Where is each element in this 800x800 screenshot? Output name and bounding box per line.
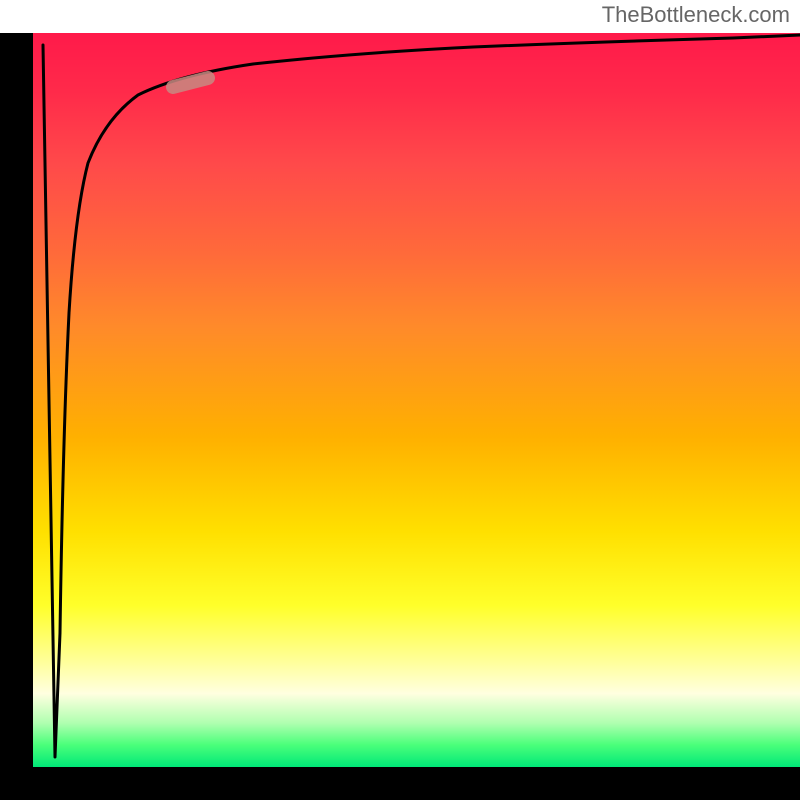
bottleneck-curve xyxy=(43,35,800,757)
chart-container: TheBottleneck.com xyxy=(0,0,800,800)
attribution-text: TheBottleneck.com xyxy=(602,2,790,28)
x-axis-bar xyxy=(0,767,800,800)
plot-area xyxy=(33,33,800,767)
y-axis-bar xyxy=(0,33,33,767)
curve-layer xyxy=(33,33,800,767)
highlight-marker xyxy=(173,78,208,87)
